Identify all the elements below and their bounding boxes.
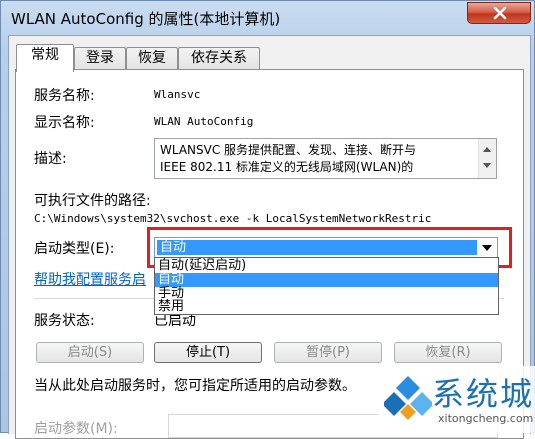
- display-name-label: 显示名称:: [34, 115, 95, 131]
- option-disabled[interactable]: 禁用: [155, 300, 498, 314]
- resume-button[interactable]: 恢复(R): [394, 342, 502, 363]
- close-icon: [493, 7, 507, 20]
- option-auto-delayed[interactable]: 自动(延迟启动): [155, 259, 498, 273]
- start-button[interactable]: 启动(S): [36, 342, 144, 363]
- description-line-2: IEEE 802.11 标准定义的无线局域网(WLAN)的: [160, 160, 414, 174]
- tab-logon[interactable]: 登录: [74, 47, 126, 70]
- watermark-url: xitongcheng.com: [438, 412, 534, 425]
- scroll-up-icon[interactable]: [483, 147, 491, 152]
- service-name-label: 服务名称:: [34, 88, 95, 104]
- service-name-value: Wlansvc: [154, 88, 201, 101]
- title-bar[interactable]: WLAN AutoConfig 的属性(本地计算机): [1, 1, 535, 35]
- pause-button[interactable]: 暂停(P): [274, 342, 382, 363]
- watermark-brand: 系统城: [432, 375, 535, 413]
- startup-type-label: 启动类型(E):: [34, 241, 115, 257]
- help-configure-link[interactable]: 帮助我配置服务启: [34, 269, 146, 289]
- exe-path-label: 可执行文件的路径:: [34, 193, 151, 209]
- description-scrollbar[interactable]: [478, 139, 496, 178]
- tab-recovery[interactable]: 恢复: [126, 47, 178, 70]
- description-box[interactable]: WLANSVC 服务提供配置、发现、连接、断开与 IEEE 802.11 标准定…: [154, 138, 497, 179]
- description-label: 描述:: [34, 151, 67, 167]
- description-line-1: WLANSVC 服务提供配置、发现、连接、断开与: [160, 143, 417, 157]
- start-params-label: 启动参数(M):: [34, 421, 118, 437]
- tab-dependencies[interactable]: 依存关系: [178, 47, 260, 70]
- start-params-hint: 当从此处启动服务时，您可指定所适用的启动参数。: [34, 378, 356, 394]
- stop-button[interactable]: 停止(T): [154, 342, 262, 363]
- window-title: WLAN AutoConfig 的属性(本地计算机): [11, 10, 281, 28]
- close-button[interactable]: [467, 2, 531, 24]
- site-watermark: 系统城 xitongcheng.com: [378, 366, 535, 433]
- option-auto[interactable]: 自动: [155, 273, 498, 287]
- display-name-value: WLAN AutoConfig: [154, 115, 254, 128]
- scroll-down-icon[interactable]: [483, 163, 491, 168]
- startup-type-dropdown: 自动(延迟启动) 自动 手动 禁用: [154, 257, 499, 315]
- option-manual[interactable]: 手动: [155, 287, 498, 301]
- service-status-label: 服务状态:: [34, 313, 95, 329]
- tab-general[interactable]: 常规: [16, 44, 74, 72]
- exe-path-value: C:\Windows\system32\svchost.exe -k Local…: [34, 212, 432, 225]
- logo-icon: [384, 376, 432, 420]
